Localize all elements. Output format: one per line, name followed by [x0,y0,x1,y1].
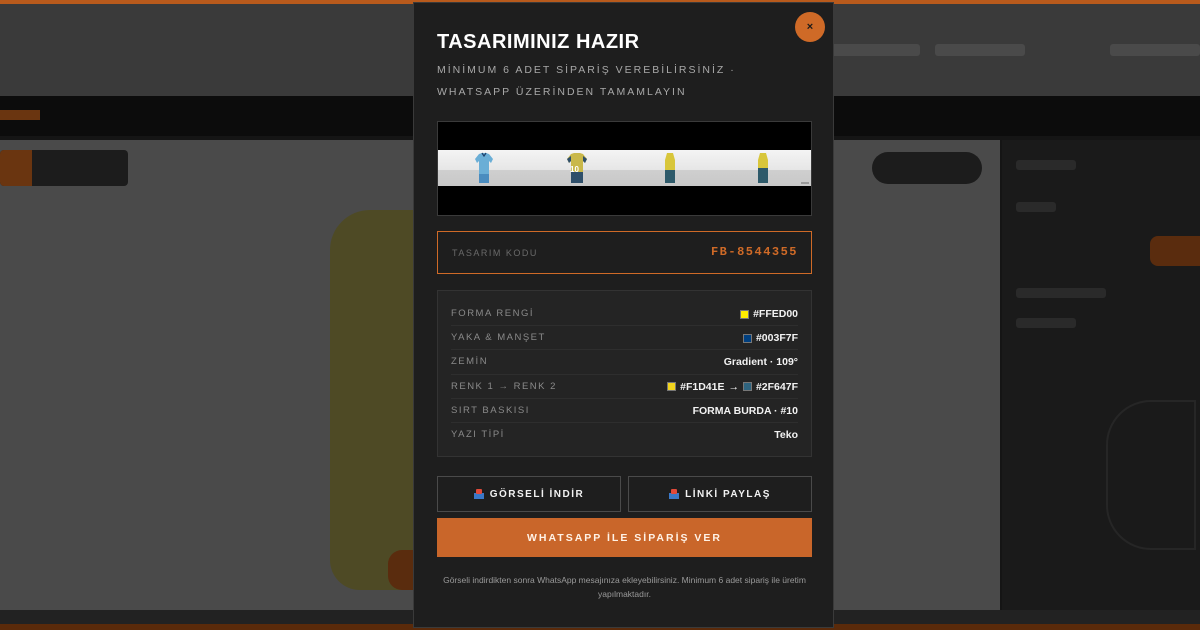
color-swatch [742,333,752,343]
detail-row-back-print: SIRT BASKISI FORMA BURDA · #10 [451,399,798,423]
detail-row-jersey-color: FORMA RENGİ #FFED00 [451,302,798,327]
download-image-button[interactable]: GÖRSELİ İNDİR [437,476,621,512]
share-icon [669,489,680,499]
background-view-tabs [0,150,128,186]
design-ready-modal: × TASARIMINIZ HAZIR MİNİMUM 6 ADET SİPAR… [413,2,834,628]
download-icon [473,489,484,499]
modal-subtitle: MİNİMUM 6 ADET SİPARİŞ VEREBİLİRSİNİZ · … [437,64,736,98]
detail-row-gradient-colors: RENK 1 → RENK 2 #F1D41E → #2F647F [451,375,798,399]
detail-value: #F1D41E → #2F647F [667,381,798,393]
detail-value: FORMA BURDA · #10 [692,404,798,417]
whatsapp-button-label: WHATSAPP İLE SİPARİŞ VER [526,531,723,544]
detail-value-text: #F1D41E [680,380,725,393]
jersey-back-view: 10 [566,152,588,184]
background-zoom-control [872,152,982,184]
jersey-number: 10 [570,165,579,174]
detail-row-background: ZEMİN Gradient · 109° [451,350,798,375]
color-swatch [742,382,752,392]
detail-value-text: #003F7F [755,332,798,345]
close-icon: × [806,21,814,33]
share-link-button[interactable]: LİNKİ PAYLAŞ [628,476,812,512]
detail-value-text: #2F647F [755,380,798,393]
preview-watermark [801,182,809,184]
whatsapp-order-button[interactable]: WHATSAPP İLE SİPARİŞ VER [437,518,812,557]
design-code-label: TASARIM KODU [452,248,538,258]
download-button-label: GÖRSELİ İNDİR [489,488,585,500]
design-details-table: FORMA RENGİ #FFED00 YAKA & MANŞET #003F7… [437,290,812,457]
detail-row-font: YAZI TİPİ Teko [451,423,798,447]
detail-value: Teko [774,428,798,441]
detail-value: #FFED00 [740,308,798,320]
detail-label: RENK 1 → RENK 2 [451,380,557,392]
modal-title: TASARIMINIZ HAZIR [437,31,640,53]
close-button[interactable]: × [795,12,825,42]
detail-label: ZEMİN [451,356,489,368]
design-code-value[interactable]: FB-8544355 [711,245,798,259]
design-code-box: TASARIM KODU FB-8544355 [437,231,812,274]
background-side-panel [1002,140,1200,610]
page: × TASARIMINIZ HAZIR MİNİMUM 6 ADET SİPAR… [0,0,1200,630]
detail-value: #003F7F [742,332,798,345]
modal-footnote: Görseli indirdikten sonra WhatsApp mesaj… [443,575,806,599]
detail-label: YAKA & MANŞET [451,332,546,344]
detail-label: FORMA RENGİ [451,308,535,319]
jersey-left-side-view [663,152,677,184]
detail-label: SIRT BASKISI [451,404,530,416]
color-swatch [667,382,677,392]
share-button-label: LİNKİ PAYLAŞ [685,488,771,500]
arrow-icon: → [728,380,739,393]
jersey-front-view [474,152,494,184]
color-swatch [740,309,750,319]
background-nav-item [830,44,920,56]
detail-label: YAZI TİPİ [451,428,505,440]
background-nav-item [935,44,1025,56]
jersey-right-side-view [756,152,770,184]
background-nav-item [1110,44,1200,56]
detail-row-collar-cuff: YAKA & MANŞET #003F7F [451,326,798,351]
detail-value-text: #FFED00 [753,308,798,320]
detail-value: Gradient · 109° [723,356,798,369]
design-preview-image: 10 [437,121,812,216]
preview-strip: 10 [438,150,811,186]
